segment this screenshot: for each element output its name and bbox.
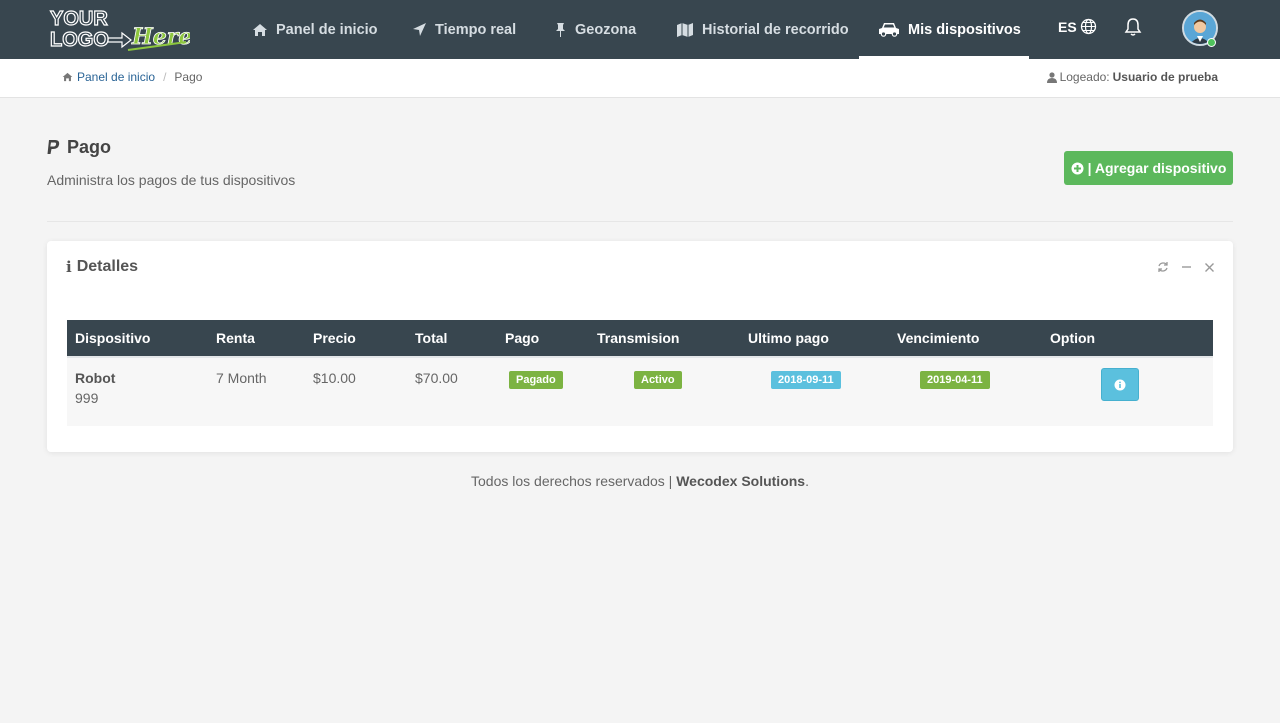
location-arrow-icon (413, 23, 426, 36)
pin-icon (556, 22, 565, 37)
cell-total: $70.00 (415, 370, 458, 386)
column-header[interactable]: Option (1042, 320, 1213, 358)
minimize-icon[interactable] (1180, 260, 1192, 274)
column-header[interactable]: Transmision (589, 320, 740, 358)
home-icon (62, 72, 73, 82)
language-selector[interactable]: ES (1058, 18, 1097, 35)
page-title: Pago (47, 137, 111, 158)
panel-tools (1157, 260, 1215, 274)
user-icon (1046, 71, 1057, 83)
details-panel: i Detalles Dispositivo Renta Precio Tota… (47, 241, 1233, 452)
device-id: 999 (75, 390, 99, 406)
nav-item-geozona[interactable]: Geozona (554, 0, 636, 59)
cell-vencimiento: 2019-04-11 (889, 357, 1042, 426)
column-header[interactable]: Dispositivo (67, 320, 208, 358)
footer-text: Todos los derechos reservados | (471, 473, 673, 489)
logged-label: Logeado: (1059, 70, 1110, 84)
logged-in-info: Logeado: Usuario de prueba (1046, 70, 1218, 84)
globe-icon (1080, 18, 1096, 35)
page-subtitle: Administra los pagos de tus dispositivos (47, 172, 296, 188)
cell-precio: $10.00 (313, 370, 356, 386)
cell-renta: 7 Month (216, 370, 267, 386)
online-status-dot (1207, 38, 1216, 47)
footer: Todos los derechos reservados | Wecodex … (0, 473, 1280, 489)
nav-label: Historial de recorrido (702, 21, 849, 38)
page-title-text: Pago (67, 137, 112, 157)
logo-line2: LOGO (50, 29, 109, 51)
logo[interactable]: YOUR LOGO Here (48, 6, 192, 54)
table-row: Robot 999 7 Month $10.00 $70.00 Pagado A… (67, 357, 1213, 426)
nav-label: Tiempo real (435, 21, 517, 38)
nav-item-mis-dispositivos[interactable]: Mis dispositivos (878, 0, 1021, 59)
payment-status-badge: Pagado (509, 371, 563, 389)
column-header[interactable]: Precio (305, 320, 407, 358)
cell-transmision: Activo (589, 357, 740, 426)
device-name: Robot (75, 370, 116, 386)
close-icon[interactable] (1203, 260, 1215, 274)
cell-option (1042, 357, 1213, 426)
refresh-icon[interactable] (1157, 260, 1169, 274)
add-device-button[interactable]: | Agregar dispositivo (1064, 151, 1233, 185)
breadcrumb-bar: Panel de inicio / Pago Logeado: Usuario … (0, 59, 1280, 98)
plus-circle-icon (1071, 162, 1084, 174)
map-icon (677, 22, 693, 37)
logo-line1: YOUR (50, 8, 108, 30)
nav-item-panel-inicio[interactable]: Panel de inicio (252, 0, 378, 59)
column-header[interactable]: Total (407, 320, 497, 358)
logged-user: Usuario de prueba (1112, 70, 1218, 84)
info-circle-icon (1114, 379, 1126, 390)
breadcrumb-current: Pago (174, 70, 203, 84)
notifications-bell[interactable] (1124, 17, 1142, 42)
device-info-button[interactable] (1101, 368, 1139, 401)
home-icon (253, 23, 267, 36)
footer-company: Wecodex Solutions (676, 473, 806, 489)
last-payment-badge: 2018-09-11 (771, 371, 841, 389)
transmission-status-badge: Activo (634, 371, 682, 389)
car-icon (879, 23, 899, 37)
top-navbar: YOUR LOGO Here Panel de inicio Tiempo re… (0, 0, 1280, 59)
footer-period: . (805, 473, 809, 489)
logo-graphic: YOUR LOGO Here (49, 7, 192, 51)
payments-table: Dispositivo Renta Precio Total Pago Tran… (67, 320, 1213, 426)
cell-ultimo-pago: 2018-09-11 (740, 357, 889, 426)
breadcrumb-separator: / (163, 70, 167, 84)
language-label: ES (1058, 18, 1077, 35)
header-divider (47, 221, 1233, 222)
info-icon: i (66, 258, 72, 276)
nav-label: Mis dispositivos (908, 21, 1021, 38)
breadcrumb: Panel de inicio / Pago (62, 70, 202, 84)
paypal-icon (47, 140, 60, 154)
cell-pago: Pagado (497, 357, 589, 426)
bell-icon (1124, 18, 1142, 36)
nav-label: Geozona (575, 21, 637, 38)
nav-label: Panel de inicio (276, 21, 378, 38)
column-header[interactable]: Renta (208, 320, 305, 358)
nav-item-tiempo-real[interactable]: Tiempo real (412, 0, 516, 59)
panel-title: i Detalles (66, 258, 138, 276)
column-header[interactable]: Vencimiento (889, 320, 1042, 358)
panel-title-text: Detalles (76, 258, 139, 275)
add-device-label: | Agregar dispositivo (1087, 160, 1227, 176)
column-header[interactable]: Pago (497, 320, 589, 358)
column-header[interactable]: Ultimo pago (740, 320, 889, 358)
breadcrumb-home-link[interactable]: Panel de inicio (77, 70, 155, 84)
expiration-badge: 2019-04-11 (920, 371, 990, 389)
table-header-row: Dispositivo Renta Precio Total Pago Tran… (67, 320, 1213, 358)
nav-item-historial[interactable]: Historial de recorrido (676, 0, 849, 59)
cell-device: Robot 999 (67, 357, 208, 426)
